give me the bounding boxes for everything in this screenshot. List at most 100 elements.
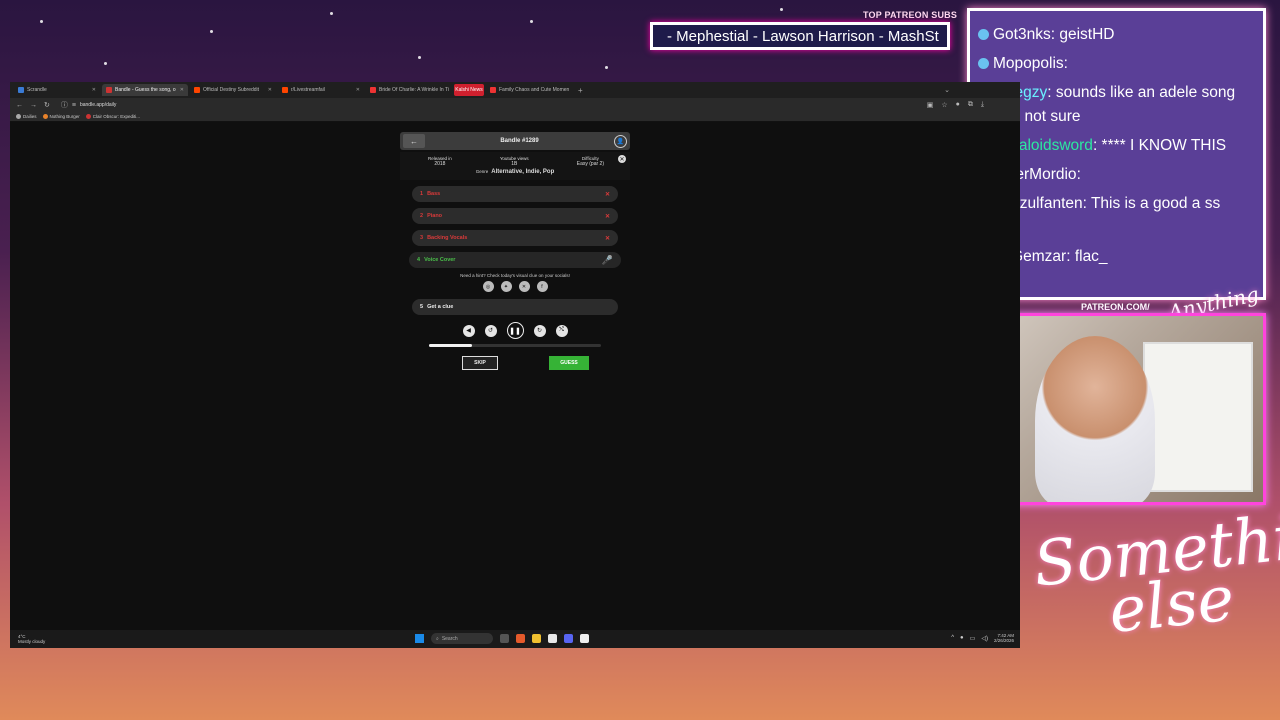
downloads-icon[interactable]: ⤓ (981, 101, 984, 109)
clue-number: 5 (420, 304, 424, 310)
close-icon[interactable]: ✕ (268, 87, 272, 93)
chat-username: Mopopolis (993, 55, 1064, 72)
rewind-icon[interactable]: ↺ (484, 324, 497, 337)
reload-icon[interactable]: ↻ (44, 101, 50, 109)
stem-label: Bass (427, 191, 441, 197)
bookmark-item[interactable]: Dailies (16, 114, 37, 119)
wrong-icon: ✕ (604, 235, 610, 242)
install-app-icon[interactable]: ▣ (927, 101, 934, 109)
genre-info: Genre Alternative, Indie, Pop (406, 169, 624, 175)
close-icon[interactable]: ✕ (92, 87, 96, 93)
tab-favicon-icon (370, 87, 376, 93)
twitter-icon[interactable]: ✕ (518, 281, 530, 292)
system-tray: ^ ● ▭ ◁) 7:42 AM 2/26/2026 (951, 633, 1014, 643)
weather-condition: Mostly cloudy (18, 639, 46, 644)
browser-tab[interactable]: Kalshi News (454, 84, 484, 96)
browser-tab[interactable]: Scrandle ✕ (14, 84, 100, 96)
stem-number: 2 (420, 213, 424, 219)
something-else-logo: Something else (1030, 493, 1280, 647)
clue-label: Get a clue (427, 304, 454, 310)
search-icon: ⌕ (436, 635, 439, 642)
browser-tab[interactable]: Family Chaos and Cute Momen✕ (486, 84, 572, 96)
bookmark-star-icon[interactable]: ☆ (941, 101, 947, 109)
app-icon[interactable] (516, 634, 525, 643)
shuffle-icon[interactable]: ⤭ (555, 324, 568, 337)
stem-label: Backing Vocals (427, 235, 468, 241)
taskbar-clock[interactable]: 7:42 AM 2/26/2026 (994, 633, 1014, 643)
restart-icon[interactable]: ◀ (462, 324, 475, 337)
browser-tab[interactable]: Bride Of Charlie: A Wrinkle In Ti (366, 84, 452, 96)
stem-row-current: 4 Voice Cover 🎤 (409, 252, 621, 268)
network-icon[interactable]: ▭ (970, 635, 976, 642)
top-patreon-subs-label: TOP PATREON SUBS (863, 10, 958, 20)
discord-icon[interactable] (564, 634, 573, 643)
tab-title: r/Livestreamfail (291, 87, 325, 93)
forward-icon[interactable]: → (30, 102, 37, 109)
profile-icon[interactable]: 👤 (613, 134, 627, 148)
playback-controls: ◀ ↺ ❚❚ ↻ ⤭ (400, 322, 630, 339)
genre-label: Genre (475, 169, 489, 174)
pause-button[interactable]: ❚❚ (506, 322, 524, 339)
wrong-icon: ✕ (604, 191, 610, 198)
close-icon[interactable]: ✕ (356, 87, 360, 93)
new-tab-icon[interactable]: + (574, 86, 587, 95)
search-label: Search (441, 635, 458, 642)
profile-icon[interactable]: ● (956, 101, 960, 109)
skip-button[interactable]: SKIP (462, 356, 498, 370)
stem-row-failed: 1 Bass ✕ (412, 186, 618, 202)
bookmark-item[interactable]: Clair Obscur: Expediti... (85, 114, 141, 119)
stem-row-failed: 2 Piano ✕ (412, 208, 618, 224)
bookmark-item[interactable]: Nothing Burger (42, 114, 80, 119)
difficulty-value: Easy (par 2) (576, 161, 604, 167)
tab-title: Bandle - Guess the song, o (115, 87, 176, 93)
chat-text: : geistHD (1050, 26, 1115, 43)
taskbar-search[interactable]: ⌕ Search (431, 633, 493, 644)
microphone-icon[interactable]: ● (960, 635, 964, 641)
bookmark-label: Clair Obscur: Expediti... (92, 114, 141, 119)
forward-icon[interactable]: ↻ (533, 324, 546, 337)
bookmark-label: Nothing Burger (49, 114, 80, 119)
tab-title: Scrandle (27, 87, 47, 93)
bluesky-icon[interactable]: ✦ (500, 281, 512, 292)
extensions-icon[interactable]: ⧉ (968, 101, 973, 109)
get-clue-row[interactable]: 5 Get a clue (412, 299, 618, 315)
puzzle-title: Bandle #1289 (500, 138, 539, 144)
chrome-icon[interactable] (548, 634, 557, 643)
playback-progress-bar[interactable] (429, 344, 601, 347)
close-icon[interactable]: ✕ (618, 155, 626, 163)
weather-widget[interactable]: 4°C Mostly cloudy (18, 634, 45, 644)
stem-row-failed: 3 Backing Vocals ✕ (412, 230, 618, 246)
stem-number: 1 (420, 191, 424, 197)
close-icon[interactable]: ✕ (180, 87, 184, 93)
facebook-icon[interactable]: f (536, 281, 548, 292)
browser-tab[interactable]: Official Destiny Subreddit ✕ (190, 84, 276, 96)
volume-icon[interactable]: ◁) (981, 635, 988, 642)
site-settings-icon[interactable]: ≡ (72, 102, 76, 109)
views-info: Youtube views 1B (500, 156, 529, 167)
app-icon[interactable] (580, 634, 589, 643)
chevron-up-icon[interactable]: ^ (951, 635, 954, 641)
chevron-down-icon[interactable]: ⌄ (944, 86, 950, 94)
task-view-icon[interactable] (500, 634, 509, 643)
browser-tab-active[interactable]: Bandle - Guess the song, o ✕ (102, 84, 188, 96)
instagram-icon[interactable]: ◎ (482, 281, 494, 292)
social-links: ◎ ✦ ✕ f (400, 281, 630, 292)
windows-taskbar: 4°C Mostly cloudy ⌕ Search ^ ● ▭ ◁) 7:42 A… (10, 630, 1020, 648)
back-arrow-button[interactable]: ← (403, 134, 425, 148)
chat-message: Got3nks: geistHD (978, 23, 1257, 47)
browser-tab-bar: Scrandle ✕ Bandle - Guess the song, o ✕ Of… (10, 82, 1020, 98)
info-icon[interactable]: ⓘ (61, 100, 68, 110)
windows-start-icon[interactable] (415, 634, 424, 643)
url-field[interactable]: ⓘ ≡ bandle.app/daily (57, 100, 817, 110)
released-info: Released in 2018 (428, 156, 452, 167)
bookmark-favicon-icon (42, 114, 48, 119)
difficulty-info: Difficulty Easy (par 2) (577, 156, 604, 167)
stem-list: 1 Bass ✕ 2 Piano ✕ 3 Backing Vocals ✕ 4 Voice C… (400, 186, 630, 268)
chat-username: Got3nks (993, 26, 1051, 43)
back-icon[interactable]: ← (16, 102, 23, 109)
tab-title: Kalshi News (455, 87, 483, 93)
guess-button[interactable]: GUESS (549, 356, 589, 370)
file-explorer-icon[interactable] (532, 634, 541, 643)
browser-tab[interactable]: r/Livestreamfail ✕ (278, 84, 364, 96)
chat-text: : flac_ (1066, 248, 1108, 265)
